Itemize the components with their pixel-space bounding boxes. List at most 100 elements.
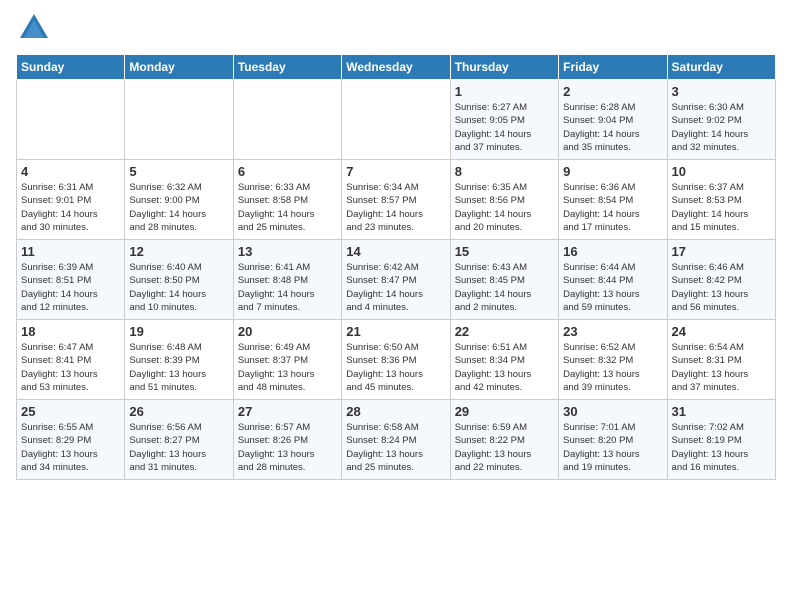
week-row-3: 11 Sunrise: 6:39 AM Sunset: 8:51 PM Dayli… bbox=[17, 240, 776, 320]
day-number: 26 bbox=[129, 404, 228, 419]
day-number: 15 bbox=[455, 244, 554, 259]
week-row-4: 18 Sunrise: 6:47 AM Sunset: 8:41 PM Dayli… bbox=[17, 320, 776, 400]
day-detail: Sunrise: 6:59 AM Sunset: 8:22 PM Dayligh… bbox=[455, 421, 554, 474]
day-detail: Sunrise: 6:57 AM Sunset: 8:26 PM Dayligh… bbox=[238, 421, 337, 474]
day-detail: Sunrise: 6:35 AM Sunset: 8:56 PM Dayligh… bbox=[455, 181, 554, 234]
day-number: 12 bbox=[129, 244, 228, 259]
day-number: 20 bbox=[238, 324, 337, 339]
day-cell: 24Sunrise: 6:54 AM Sunset: 8:31 PM Dayli… bbox=[667, 320, 775, 400]
day-number: 25 bbox=[21, 404, 120, 419]
week-row-5: 25Sunrise: 6:55 AM Sunset: 8:29 PM Dayli… bbox=[17, 400, 776, 480]
weekday-header-thursday: Thursday bbox=[450, 55, 558, 80]
day-cell bbox=[125, 80, 233, 160]
weekday-header-wednesday: Wednesday bbox=[342, 55, 450, 80]
weekday-header-friday: Friday bbox=[559, 55, 667, 80]
day-number: 11 bbox=[21, 244, 120, 259]
day-number: 19 bbox=[129, 324, 228, 339]
day-cell: 13Sunrise: 6:41 AM Sunset: 8:48 PM Dayli… bbox=[233, 240, 341, 320]
day-detail: Sunrise: 6:28 AM Sunset: 9:04 PM Dayligh… bbox=[563, 101, 662, 154]
day-detail: Sunrise: 6:43 AM Sunset: 8:45 PM Dayligh… bbox=[455, 261, 554, 314]
day-detail: Sunrise: 6:54 AM Sunset: 8:31 PM Dayligh… bbox=[672, 341, 771, 394]
day-number: 18 bbox=[21, 324, 120, 339]
day-detail: Sunrise: 6:51 AM Sunset: 8:34 PM Dayligh… bbox=[455, 341, 554, 394]
day-cell: 30 Sunrise: 7:01 AM Sunset: 8:20 PM Dayli… bbox=[559, 400, 667, 480]
day-detail: Sunrise: 6:58 AM Sunset: 8:24 PM Dayligh… bbox=[346, 421, 445, 474]
calendar-table: SundayMondayTuesdayWednesdayThursdayFrid… bbox=[16, 54, 776, 480]
day-cell: 1 Sunrise: 6:27 AM Sunset: 9:05 PM Daylig… bbox=[450, 80, 558, 160]
day-cell: 8 Sunrise: 6:35 AM Sunset: 8:56 PM Daylig… bbox=[450, 160, 558, 240]
day-number: 9 bbox=[563, 164, 662, 179]
day-cell: 17 Sunrise: 6:46 AM Sunset: 8:42 PM Dayli… bbox=[667, 240, 775, 320]
day-number: 5 bbox=[129, 164, 228, 179]
day-cell: 11 Sunrise: 6:39 AM Sunset: 8:51 PM Dayli… bbox=[17, 240, 125, 320]
day-number: 30 bbox=[563, 404, 662, 419]
weekday-header-row: SundayMondayTuesdayWednesdayThursdayFrid… bbox=[17, 55, 776, 80]
day-detail: Sunrise: 6:47 AM Sunset: 8:41 PM Dayligh… bbox=[21, 341, 120, 394]
day-number: 14 bbox=[346, 244, 445, 259]
day-cell: 14Sunrise: 6:42 AM Sunset: 8:47 PM Dayli… bbox=[342, 240, 450, 320]
day-number: 17 bbox=[672, 244, 771, 259]
day-cell: 20 Sunrise: 6:49 AM Sunset: 8:37 PM Dayli… bbox=[233, 320, 341, 400]
day-cell bbox=[233, 80, 341, 160]
day-detail: Sunrise: 6:30 AM Sunset: 9:02 PM Dayligh… bbox=[672, 101, 771, 154]
week-row-1: 1 Sunrise: 6:27 AM Sunset: 9:05 PM Daylig… bbox=[17, 80, 776, 160]
day-detail: Sunrise: 6:34 AM Sunset: 8:57 PM Dayligh… bbox=[346, 181, 445, 234]
logo-icon bbox=[16, 10, 52, 46]
day-cell: 5 Sunrise: 6:32 AM Sunset: 9:00 PM Daylig… bbox=[125, 160, 233, 240]
day-number: 29 bbox=[455, 404, 554, 419]
day-number: 3 bbox=[672, 84, 771, 99]
day-cell bbox=[342, 80, 450, 160]
day-cell: 12 Sunrise: 6:40 AM Sunset: 8:50 PM Dayli… bbox=[125, 240, 233, 320]
day-cell: 15 Sunrise: 6:43 AM Sunset: 8:45 PM Dayli… bbox=[450, 240, 558, 320]
day-number: 4 bbox=[21, 164, 120, 179]
logo bbox=[16, 10, 56, 46]
day-detail: Sunrise: 6:39 AM Sunset: 8:51 PM Dayligh… bbox=[21, 261, 120, 314]
day-cell: 28 Sunrise: 6:58 AM Sunset: 8:24 PM Dayli… bbox=[342, 400, 450, 480]
day-cell: 10 Sunrise: 6:37 AM Sunset: 8:53 PM Dayli… bbox=[667, 160, 775, 240]
weekday-header-monday: Monday bbox=[125, 55, 233, 80]
page: SundayMondayTuesdayWednesdayThursdayFrid… bbox=[0, 0, 792, 612]
day-cell: 31Sunrise: 7:02 AM Sunset: 8:19 PM Dayli… bbox=[667, 400, 775, 480]
day-detail: Sunrise: 7:01 AM Sunset: 8:20 PM Dayligh… bbox=[563, 421, 662, 474]
day-number: 23 bbox=[563, 324, 662, 339]
day-number: 28 bbox=[346, 404, 445, 419]
day-cell: 27 Sunrise: 6:57 AM Sunset: 8:26 PM Dayli… bbox=[233, 400, 341, 480]
day-cell: 29 Sunrise: 6:59 AM Sunset: 8:22 PM Dayli… bbox=[450, 400, 558, 480]
day-detail: Sunrise: 6:40 AM Sunset: 8:50 PM Dayligh… bbox=[129, 261, 228, 314]
day-number: 13 bbox=[238, 244, 337, 259]
day-number: 27 bbox=[238, 404, 337, 419]
day-cell: 3 Sunrise: 6:30 AM Sunset: 9:02 PM Daylig… bbox=[667, 80, 775, 160]
day-cell: 25Sunrise: 6:55 AM Sunset: 8:29 PM Dayli… bbox=[17, 400, 125, 480]
day-cell: 16Sunrise: 6:44 AM Sunset: 8:44 PM Dayli… bbox=[559, 240, 667, 320]
day-cell: 4Sunrise: 6:31 AM Sunset: 9:01 PM Daylig… bbox=[17, 160, 125, 240]
day-cell: 22Sunrise: 6:51 AM Sunset: 8:34 PM Dayli… bbox=[450, 320, 558, 400]
day-detail: Sunrise: 6:33 AM Sunset: 8:58 PM Dayligh… bbox=[238, 181, 337, 234]
day-cell: 6 Sunrise: 6:33 AM Sunset: 8:58 PM Daylig… bbox=[233, 160, 341, 240]
day-detail: Sunrise: 6:36 AM Sunset: 8:54 PM Dayligh… bbox=[563, 181, 662, 234]
day-cell: 19Sunrise: 6:48 AM Sunset: 8:39 PM Dayli… bbox=[125, 320, 233, 400]
day-number: 1 bbox=[455, 84, 554, 99]
day-number: 8 bbox=[455, 164, 554, 179]
day-number: 10 bbox=[672, 164, 771, 179]
day-number: 2 bbox=[563, 84, 662, 99]
day-number: 7 bbox=[346, 164, 445, 179]
day-detail: Sunrise: 6:50 AM Sunset: 8:36 PM Dayligh… bbox=[346, 341, 445, 394]
day-detail: Sunrise: 6:32 AM Sunset: 9:00 PM Dayligh… bbox=[129, 181, 228, 234]
day-number: 6 bbox=[238, 164, 337, 179]
day-number: 21 bbox=[346, 324, 445, 339]
day-detail: Sunrise: 6:49 AM Sunset: 8:37 PM Dayligh… bbox=[238, 341, 337, 394]
day-detail: Sunrise: 6:44 AM Sunset: 8:44 PM Dayligh… bbox=[563, 261, 662, 314]
day-detail: Sunrise: 6:52 AM Sunset: 8:32 PM Dayligh… bbox=[563, 341, 662, 394]
day-detail: Sunrise: 6:46 AM Sunset: 8:42 PM Dayligh… bbox=[672, 261, 771, 314]
day-detail: Sunrise: 7:02 AM Sunset: 8:19 PM Dayligh… bbox=[672, 421, 771, 474]
weekday-header-tuesday: Tuesday bbox=[233, 55, 341, 80]
day-detail: Sunrise: 6:27 AM Sunset: 9:05 PM Dayligh… bbox=[455, 101, 554, 154]
header bbox=[16, 10, 776, 46]
day-cell: 7 Sunrise: 6:34 AM Sunset: 8:57 PM Daylig… bbox=[342, 160, 450, 240]
day-cell: 23 Sunrise: 6:52 AM Sunset: 8:32 PM Dayli… bbox=[559, 320, 667, 400]
day-cell: 9 Sunrise: 6:36 AM Sunset: 8:54 PM Daylig… bbox=[559, 160, 667, 240]
day-cell bbox=[17, 80, 125, 160]
day-detail: Sunrise: 6:37 AM Sunset: 8:53 PM Dayligh… bbox=[672, 181, 771, 234]
day-cell: 18 Sunrise: 6:47 AM Sunset: 8:41 PM Dayli… bbox=[17, 320, 125, 400]
day-detail: Sunrise: 6:56 AM Sunset: 8:27 PM Dayligh… bbox=[129, 421, 228, 474]
